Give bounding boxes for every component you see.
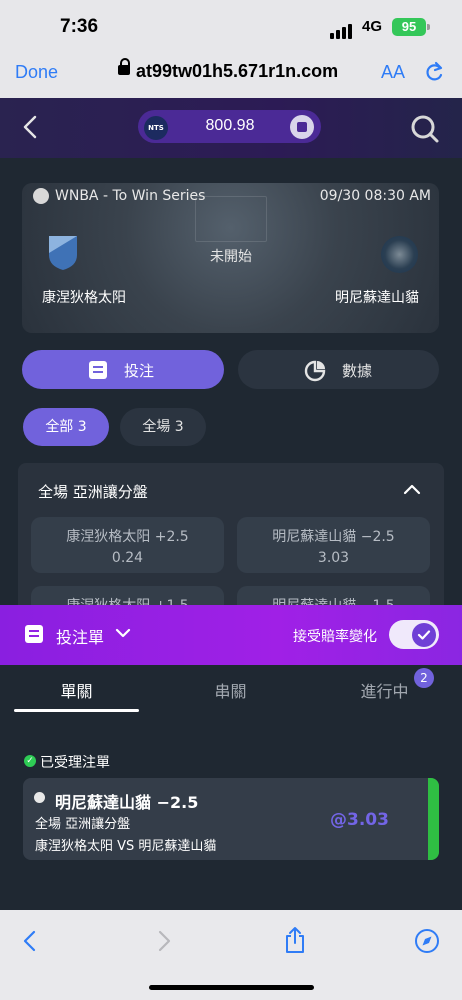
battery-icon: 95	[392, 18, 426, 36]
odds-button[interactable]: 康涅狄格太阳 +2.5 0.24	[31, 517, 224, 573]
battery-cap	[427, 24, 430, 30]
ticket-market: 全場 亞洲讓分盤	[35, 817, 131, 832]
match-status: 未開始	[210, 249, 252, 265]
odds-value: 3.03	[317, 550, 350, 566]
ticket-selection: 明尼蘇達山貓 −2.5	[55, 793, 199, 812]
match-datetime: 09/30 08:30 AM	[319, 188, 431, 204]
browser-forward-icon[interactable]	[156, 930, 172, 952]
wallet-icon[interactable]	[290, 115, 314, 139]
status-time: 7:36	[60, 16, 99, 37]
odds-button[interactable]: 明尼蘇達山貓 −2.5 3.03	[237, 517, 430, 573]
filter-full-time[interactable]: 全場 3	[120, 408, 206, 446]
in-progress-count-badge: 2	[414, 668, 434, 688]
tab-data-label: 數據	[342, 362, 373, 380]
done-button[interactable]: Done	[15, 62, 58, 83]
market-title: 全場 亞洲讓分盤	[38, 483, 148, 501]
odds-value: 0.24	[111, 550, 144, 566]
tab-bet-label: 投注	[124, 362, 155, 380]
tab-parlay[interactable]: 串關	[168, 678, 293, 702]
ticket-odds: @3.03	[330, 810, 389, 830]
accepted-label: 已受理注單	[40, 755, 110, 771]
text-size-button[interactable]: AA	[381, 62, 405, 83]
betslip-icon	[89, 361, 107, 379]
tab-data[interactable]	[238, 350, 439, 389]
back-icon[interactable]	[22, 114, 38, 140]
url-bar[interactable]: at99tw01h5.671r1n.com	[136, 61, 338, 82]
betslip-icon	[25, 625, 43, 643]
check-circle-icon: ✓	[24, 755, 36, 767]
filter-all[interactable]: 全部 3	[23, 408, 109, 446]
network-type: 4G	[362, 18, 383, 35]
lock-icon	[118, 65, 130, 75]
browser-top-bar	[0, 0, 462, 98]
tab-single[interactable]: 單關	[14, 678, 139, 702]
compass-icon[interactable]	[414, 928, 440, 954]
away-team-name: 明尼蘇達山貓	[335, 290, 419, 306]
check-icon	[417, 630, 431, 640]
signal-icon	[330, 20, 354, 39]
tab-bet[interactable]	[22, 350, 224, 389]
home-indicator	[149, 985, 314, 990]
basketball-icon	[34, 792, 45, 803]
chevron-down-icon[interactable]	[115, 627, 131, 639]
ticket-match: 康涅狄格太阳 VS 明尼蘇達山貓	[35, 839, 217, 854]
odds-selection: 明尼蘇達山貓 −2.5	[272, 529, 395, 545]
browser-back-icon[interactable]	[22, 930, 38, 952]
search-icon[interactable]	[410, 114, 440, 144]
reload-icon[interactable]	[423, 60, 445, 84]
balance-amount: 800.98	[205, 117, 255, 134]
ticket-status-strip	[428, 778, 439, 860]
odds-selection: 康涅狄格太阳 +2.5	[66, 529, 189, 545]
accept-odds-label: 接受賠率變化	[293, 629, 377, 645]
active-tab-indicator	[14, 709, 139, 712]
betslip-title: 投注單	[56, 628, 105, 647]
pie-chart-icon	[304, 360, 326, 382]
chevron-up-icon[interactable]	[403, 482, 421, 496]
currency-badge: NTS	[144, 116, 168, 140]
share-icon[interactable]	[284, 926, 306, 954]
